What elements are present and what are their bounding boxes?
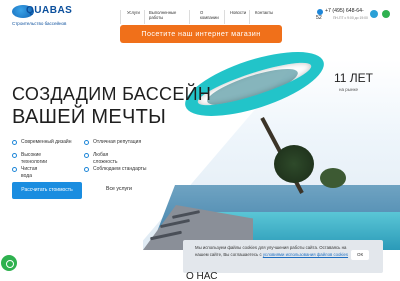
nav-item-contacts[interactable]: Контакты xyxy=(255,10,273,15)
hero-title-line1: СОЗДАДИМ БАССЕЙН xyxy=(12,84,212,104)
telegram-icon[interactable] xyxy=(370,10,378,18)
cookie-accept-button[interactable]: ОК xyxy=(351,250,369,260)
nav-item-works[interactable]: Выполненные работы xyxy=(149,10,185,20)
feature-reputation: Отличная репутация xyxy=(93,139,142,145)
bullet-icon xyxy=(12,167,17,172)
working-hours: ПН-ПТ с 9:00 до 19:00 xyxy=(333,16,368,20)
shop-promo-button[interactable]: Посетите наш интернет магазин xyxy=(120,25,282,43)
nav-divider xyxy=(249,10,250,24)
nav-item-news[interactable]: Новости xyxy=(230,10,246,15)
logo-text: QUABAS xyxy=(26,5,73,16)
bullet-icon xyxy=(84,140,89,145)
years-caption: на рынке xyxy=(339,87,358,92)
cookie-text: Мы используем файлы cookies для улучшени… xyxy=(195,245,349,257)
phone-number[interactable]: +7 (495) 648-64- xyxy=(325,8,364,14)
cookie-policy-link[interactable]: условиями использования файлов cookies xyxy=(263,252,348,257)
cookie-banner: Мы используем файлы cookies для улучшени… xyxy=(183,240,383,273)
tree-crown xyxy=(320,168,346,188)
feature-complexity: Любая сложность xyxy=(93,152,118,165)
tree-crown xyxy=(274,145,314,183)
whatsapp-float-icon[interactable] xyxy=(1,255,17,271)
nav-divider xyxy=(144,10,145,24)
nav-divider xyxy=(120,10,121,24)
section-heading-about: О НАС xyxy=(186,271,218,281)
bullet-icon xyxy=(84,167,89,172)
nav-item-about[interactable]: О компании xyxy=(200,10,219,20)
nav-divider xyxy=(189,10,190,24)
feature-design: Современный дизайн xyxy=(21,139,72,145)
all-services-link[interactable]: Все услуги xyxy=(106,186,132,192)
logo-subtitle: Строительство бассейнов xyxy=(12,21,67,26)
feature-water: Чистая вода xyxy=(21,166,38,179)
nav-item-services[interactable]: Услуги xyxy=(127,10,140,15)
logo[interactable]: QUABAS Строительство бассейнов xyxy=(12,5,92,35)
phone-number-end[interactable]: 52 xyxy=(316,15,322,21)
hero-title-line2: ВАШЕЙ МЕЧТЫ xyxy=(12,106,167,128)
whatsapp-icon[interactable] xyxy=(382,10,390,18)
years-badge: 11 ЛЕТ xyxy=(334,71,373,85)
calculate-price-button[interactable]: Рассчитать стоимость xyxy=(12,182,82,199)
bullet-icon xyxy=(12,153,17,158)
bullet-icon xyxy=(84,153,89,158)
bullet-icon xyxy=(12,140,17,145)
feature-standards: Соблюдаем стандарты xyxy=(93,166,147,172)
feature-tech: Высокие технологии xyxy=(21,152,48,165)
nav-divider xyxy=(224,10,225,24)
